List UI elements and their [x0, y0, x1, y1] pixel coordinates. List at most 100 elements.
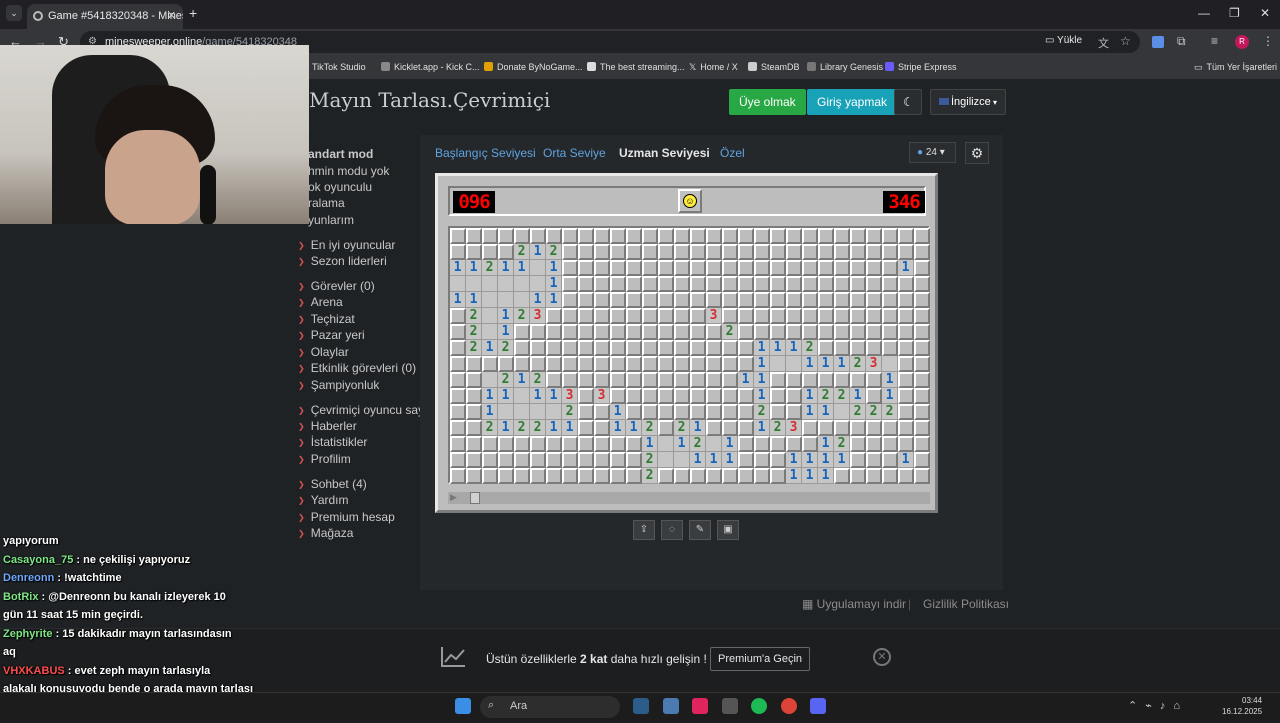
mine-cell[interactable]: [658, 468, 674, 484]
mine-cell[interactable]: [722, 420, 738, 436]
mine-cell[interactable]: [738, 260, 754, 276]
mine-cell[interactable]: [466, 388, 482, 404]
mine-cell[interactable]: [722, 244, 738, 260]
mine-cell[interactable]: [754, 308, 770, 324]
mine-cell[interactable]: [834, 420, 850, 436]
mine-cell[interactable]: [658, 388, 674, 404]
mine-cell[interactable]: [674, 372, 690, 388]
mine-cell[interactable]: [690, 276, 706, 292]
mine-cell[interactable]: [514, 452, 530, 468]
mine-cell[interactable]: [770, 388, 786, 404]
sidebar-item-shop[interactable]: ❯ Mağaza: [298, 526, 353, 540]
mine-cell[interactable]: [562, 276, 578, 292]
mine-cell[interactable]: [722, 276, 738, 292]
mine-cell[interactable]: [562, 228, 578, 244]
profile-avatar[interactable]: R: [1235, 35, 1249, 49]
mine-cell[interactable]: [914, 372, 930, 388]
mine-cell[interactable]: [482, 244, 498, 260]
mine-cell[interactable]: [658, 260, 674, 276]
sidebar-item-season-leaders[interactable]: ❯ Sezon liderleri: [298, 254, 387, 268]
mine-cell[interactable]: [562, 340, 578, 356]
mine-cell[interactable]: [834, 308, 850, 324]
mine-cell[interactable]: [642, 244, 658, 260]
bookmark-star-icon[interactable]: ☆: [1120, 34, 1131, 48]
mine-cell[interactable]: [738, 244, 754, 260]
mine-cell[interactable]: [722, 308, 738, 324]
sidebar-item-standard-mode[interactable]: andart mod: [308, 147, 373, 161]
login-button[interactable]: Giriş yapmak: [807, 89, 898, 115]
mine-cell[interactable]: [818, 260, 834, 276]
mine-cell[interactable]: [578, 340, 594, 356]
mine-cell[interactable]: [498, 452, 514, 468]
mine-cell[interactable]: [658, 420, 674, 436]
mine-cell[interactable]: [914, 244, 930, 260]
mine-cell[interactable]: [498, 228, 514, 244]
mine-cell[interactable]: [594, 436, 610, 452]
mine-cell[interactable]: [866, 308, 882, 324]
mine-cell[interactable]: [754, 324, 770, 340]
mine-cell[interactable]: [450, 468, 466, 484]
mine-cell[interactable]: [786, 228, 802, 244]
mine-cell[interactable]: [514, 356, 530, 372]
mine-cell[interactable]: [914, 420, 930, 436]
mine-cell[interactable]: [658, 372, 674, 388]
mine-cell[interactable]: [738, 228, 754, 244]
mine-cell[interactable]: [690, 292, 706, 308]
mine-cell[interactable]: [706, 324, 722, 340]
mine-cell[interactable]: [594, 276, 610, 292]
mine-cell[interactable]: [674, 356, 690, 372]
mine-cell[interactable]: [610, 452, 626, 468]
sidebar-item-no-guess[interactable]: hmin modu yok: [308, 164, 389, 178]
mine-cell[interactable]: [530, 436, 546, 452]
mine-cell[interactable]: [690, 308, 706, 324]
mine-cell[interactable]: [674, 340, 690, 356]
mine-cell[interactable]: [594, 308, 610, 324]
mine-cell[interactable]: [642, 372, 658, 388]
mine-cell[interactable]: [914, 340, 930, 356]
mine-cell[interactable]: [466, 404, 482, 420]
mine-cell[interactable]: [450, 436, 466, 452]
mine-cell[interactable]: [610, 388, 626, 404]
mine-cell[interactable]: [578, 324, 594, 340]
language-select[interactable]: İngilizce ▾: [930, 89, 1006, 115]
mine-cell[interactable]: [594, 340, 610, 356]
mine-cell[interactable]: [914, 388, 930, 404]
footer-download[interactable]: ▦ Uygulamayı indir: [802, 597, 906, 611]
mine-cell[interactable]: [546, 324, 562, 340]
mine-cell[interactable]: [786, 308, 802, 324]
mine-cell[interactable]: [754, 436, 770, 452]
mine-cell[interactable]: [690, 340, 706, 356]
mine-cell[interactable]: [514, 324, 530, 340]
mine-cell[interactable]: [450, 452, 466, 468]
mine-cell[interactable]: [722, 292, 738, 308]
mine-cell[interactable]: [626, 372, 642, 388]
mine-cell[interactable]: [626, 388, 642, 404]
mine-cell[interactable]: [482, 356, 498, 372]
mine-cell[interactable]: [866, 228, 882, 244]
mine-cell[interactable]: [562, 372, 578, 388]
level-intermediate[interactable]: Orta Seviye: [543, 146, 606, 160]
mine-cell[interactable]: [674, 244, 690, 260]
level-expert[interactable]: Uzman Seviyesi: [619, 146, 710, 160]
mine-cell[interactable]: [578, 356, 594, 372]
mine-cell[interactable]: [706, 420, 722, 436]
mine-cell[interactable]: [882, 436, 898, 452]
mine-cell[interactable]: [866, 372, 882, 388]
mine-cell[interactable]: [850, 372, 866, 388]
mine-cell[interactable]: [482, 452, 498, 468]
mine-cell[interactable]: [914, 308, 930, 324]
mine-cell[interactable]: [466, 356, 482, 372]
mine-cell[interactable]: [546, 356, 562, 372]
sidebar-item-ranking[interactable]: ralama: [308, 196, 345, 210]
mine-cell[interactable]: [738, 324, 754, 340]
mine-cell[interactable]: [882, 308, 898, 324]
new-tab-button[interactable]: +: [189, 5, 197, 21]
settings-app-icon[interactable]: [722, 698, 738, 714]
mine-cell[interactable]: [738, 388, 754, 404]
replay-slider-handle[interactable]: [470, 492, 480, 504]
mine-cell[interactable]: [786, 388, 802, 404]
mine-cell[interactable]: [610, 228, 626, 244]
mine-cell[interactable]: [578, 436, 594, 452]
share-button[interactable]: ⇪: [633, 520, 655, 540]
mine-cell[interactable]: [642, 404, 658, 420]
